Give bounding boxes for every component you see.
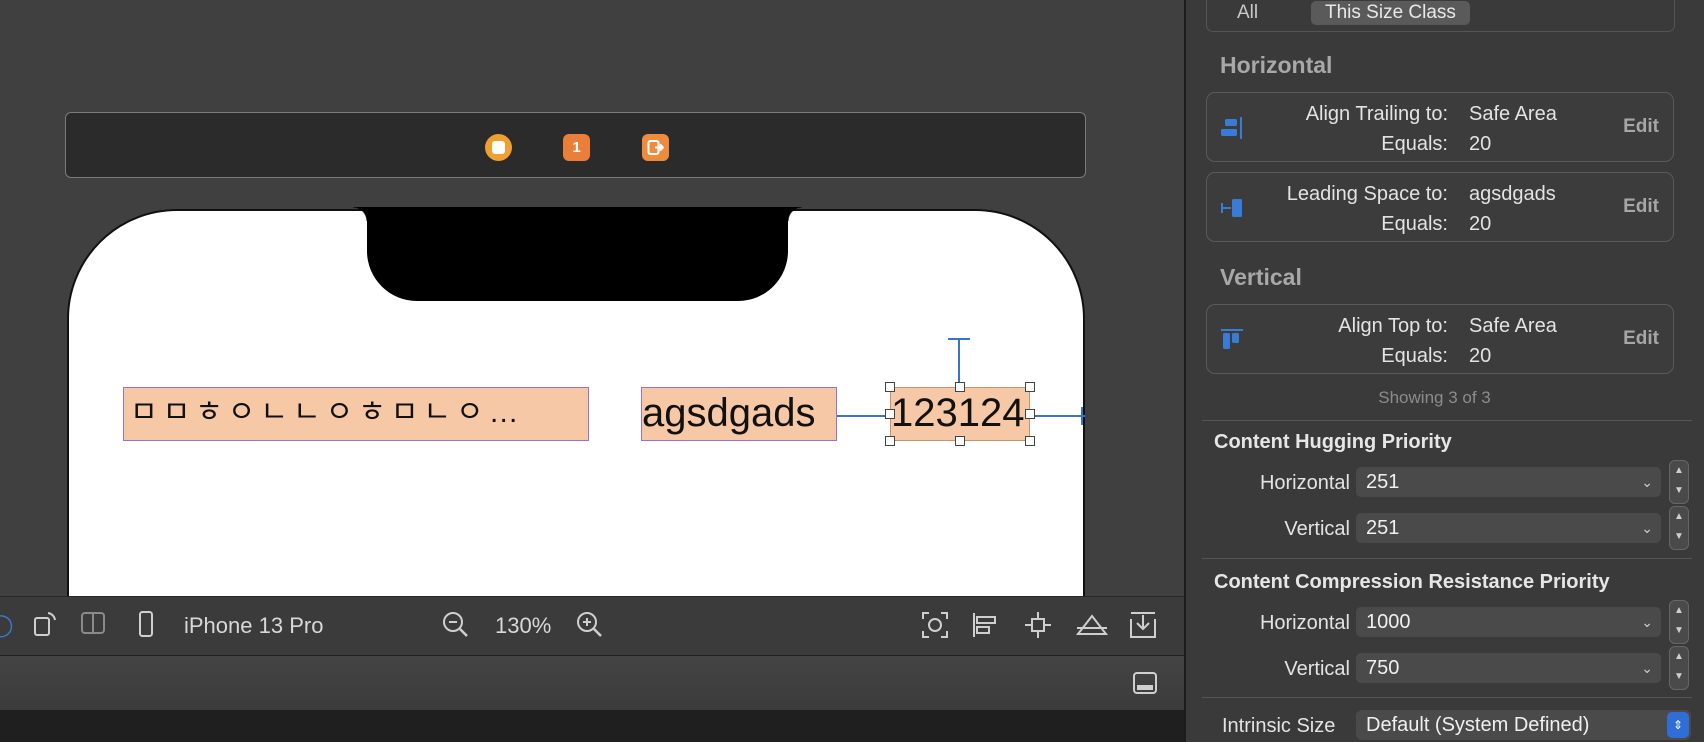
canvas-bottom-bar: ◯ iPhone 13 Pro 130% bbox=[0, 596, 1184, 655]
compression-priority-title: Content Compression Resistance Priority bbox=[1214, 571, 1610, 593]
iphone-device-icon[interactable] bbox=[131, 610, 161, 640]
constraint-key: Equals: bbox=[1381, 213, 1448, 235]
divider bbox=[1202, 420, 1692, 421]
constraint-align-top[interactable]: Align Top to: Safe Area Equals: 20 Edit bbox=[1206, 304, 1674, 374]
leading-space-icon bbox=[1221, 199, 1242, 217]
scene-dock: 1 bbox=[65, 112, 1086, 178]
size-inspector: All This Size Class Horizontal Align Tra… bbox=[1186, 0, 1704, 742]
hugging-horizontal-popup[interactable]: 251 ⌄ bbox=[1356, 467, 1661, 497]
resize-handle[interactable] bbox=[1025, 382, 1035, 392]
trailing-constraint-cap bbox=[1081, 407, 1083, 425]
resize-handle[interactable] bbox=[885, 382, 895, 392]
constraint-value: Safe Area bbox=[1469, 315, 1557, 337]
resize-handle[interactable] bbox=[1025, 436, 1035, 446]
horizontal-section-title: Horizontal bbox=[1220, 52, 1333, 78]
hugging-horizontal-stepper[interactable]: ▲ ▼ bbox=[1669, 460, 1689, 504]
update-frames-icon[interactable] bbox=[920, 610, 950, 640]
edit-button[interactable]: Edit bbox=[1623, 328, 1659, 350]
iphone-frame: ㅁㅁㅎㅇㄴㄴㅇㅎㅁㄴㅇ… agsdgads 123124 bbox=[67, 207, 1085, 596]
popup-value: 1000 bbox=[1366, 611, 1411, 633]
constraint-value: 20 bbox=[1469, 213, 1492, 235]
popup-arrows-icon: ⇕ bbox=[1667, 712, 1689, 738]
top-constraint-cap bbox=[948, 338, 970, 340]
intrinsic-size-popup[interactable]: Default (System Defined) ⇕ bbox=[1356, 710, 1691, 740]
leading-constraint-line bbox=[837, 415, 886, 417]
embed-in-icon[interactable] bbox=[1128, 610, 1158, 640]
divider bbox=[1202, 697, 1692, 698]
device-name[interactable]: iPhone 13 Pro bbox=[184, 613, 323, 639]
hugging-vertical-popup[interactable]: 251 ⌄ bbox=[1356, 513, 1661, 543]
constraint-key: Align Top to: bbox=[1338, 315, 1448, 337]
label-agsdgads[interactable]: agsdgads bbox=[641, 387, 837, 441]
trailing-constraint-line bbox=[1035, 415, 1085, 417]
label-korean[interactable]: ㅁㅁㅎㅇㄴㄴㅇㅎㅁㄴㅇ… bbox=[123, 387, 589, 441]
constraint-leading-space[interactable]: Leading Space to: agsdgads Equals: 20 Ed… bbox=[1206, 172, 1674, 242]
hugging-vertical-stepper[interactable]: ▲ ▼ bbox=[1669, 506, 1689, 550]
resize-handle[interactable] bbox=[885, 436, 895, 446]
tab-all[interactable]: All bbox=[1223, 1, 1272, 25]
compression-vertical-popup[interactable]: 750 ⌄ bbox=[1356, 653, 1661, 683]
debug-area bbox=[0, 710, 1184, 742]
resize-handle[interactable] bbox=[1025, 409, 1035, 419]
add-constraints-icon[interactable] bbox=[1023, 610, 1053, 640]
popup-value: Default (System Defined) bbox=[1366, 714, 1590, 736]
chevron-down-icon: ⌄ bbox=[1641, 614, 1653, 630]
constraint-value: 20 bbox=[1469, 133, 1492, 155]
compression-horizontal-label: Horizontal bbox=[1259, 612, 1350, 634]
hugging-priority-title: Content Hugging Priority bbox=[1214, 431, 1452, 453]
storyboard-canvas[interactable]: 1 ㅁㅁㅎㅇㄴㄴㅇㅎㅁㄴㅇ… agsdgads 123124 bbox=[0, 0, 1184, 596]
zoom-level: 130% bbox=[495, 613, 552, 638]
zoom-in-icon[interactable] bbox=[574, 610, 604, 640]
divider bbox=[1202, 558, 1692, 559]
first-responder-icon[interactable]: 1 bbox=[563, 134, 590, 161]
showing-count: Showing 3 of 3 bbox=[1378, 388, 1491, 407]
align-icon[interactable] bbox=[970, 610, 1000, 640]
compression-horizontal-popup[interactable]: 1000 ⌄ bbox=[1356, 607, 1661, 637]
align-trailing-icon bbox=[1221, 117, 1242, 139]
constraint-key: Equals: bbox=[1381, 133, 1448, 155]
chevron-down-icon: ⌄ bbox=[1641, 520, 1653, 536]
chevron-down-icon: ⌄ bbox=[1641, 474, 1653, 490]
exit-icon[interactable] bbox=[642, 134, 669, 161]
split-view-icon[interactable] bbox=[78, 610, 108, 640]
constraint-value: agsdgads bbox=[1469, 183, 1556, 205]
phone-notch bbox=[353, 207, 802, 301]
zoom-out-icon[interactable] bbox=[440, 610, 470, 640]
label-123124[interactable]: 123124 bbox=[890, 387, 1030, 441]
compression-vertical-stepper[interactable]: ▲ ▼ bbox=[1669, 646, 1689, 690]
toggle-debug-area-icon[interactable] bbox=[1132, 670, 1158, 701]
resolve-issues-icon[interactable] bbox=[1075, 610, 1109, 640]
resize-handle[interactable] bbox=[885, 409, 895, 419]
compression-vertical-label: Vertical bbox=[1284, 658, 1350, 680]
constraint-key: Align Trailing to: bbox=[1305, 103, 1448, 125]
intrinsic-size-label: Intrinsic Size bbox=[1222, 715, 1336, 737]
popup-value: 251 bbox=[1366, 517, 1400, 539]
size-class-segmented-control: All This Size Class bbox=[1206, 0, 1675, 32]
view-controller-icon[interactable] bbox=[485, 134, 512, 161]
top-constraint-line bbox=[958, 338, 960, 387]
constraint-key: Leading Space to: bbox=[1286, 183, 1448, 205]
edit-button[interactable]: Edit bbox=[1623, 196, 1659, 218]
debug-area-bar bbox=[0, 655, 1184, 711]
resize-handle[interactable] bbox=[955, 382, 965, 392]
constraint-align-trailing[interactable]: Align Trailing to: Safe Area Equals: 20 … bbox=[1206, 92, 1674, 162]
constraint-key: Equals: bbox=[1381, 345, 1448, 367]
resize-handle[interactable] bbox=[955, 436, 965, 446]
align-top-icon bbox=[1221, 329, 1243, 349]
edit-button[interactable]: Edit bbox=[1623, 116, 1659, 138]
constraint-value: 20 bbox=[1469, 345, 1492, 367]
rotate-orientation-icon[interactable] bbox=[30, 610, 60, 640]
popup-value: 251 bbox=[1366, 471, 1400, 493]
constraint-value: Safe Area bbox=[1469, 103, 1557, 125]
vertical-section-title: Vertical bbox=[1220, 264, 1302, 290]
chevron-down-icon: ⌄ bbox=[1641, 660, 1653, 676]
hugging-vertical-label: Vertical bbox=[1284, 518, 1350, 540]
device-config-icon[interactable]: ◯ bbox=[0, 610, 16, 640]
popup-value: 750 bbox=[1366, 657, 1400, 679]
tab-this-size-class[interactable]: This Size Class bbox=[1311, 1, 1470, 25]
hugging-horizontal-label: Horizontal bbox=[1259, 472, 1350, 494]
compression-horizontal-stepper[interactable]: ▲ ▼ bbox=[1669, 600, 1689, 644]
